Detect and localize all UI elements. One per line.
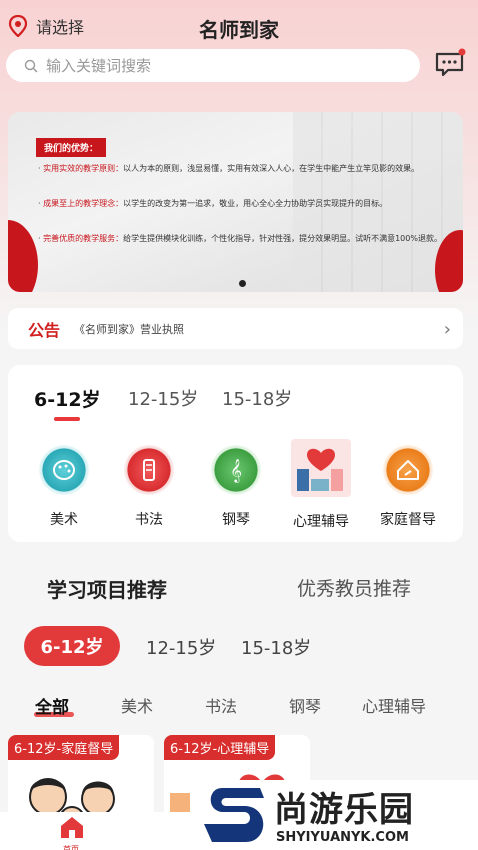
category-home-supervision[interactable]: 家庭督导 — [368, 445, 448, 529]
age-pill-6-12[interactable]: 6-12岁 — [24, 626, 120, 666]
promo-banner[interactable]: 我们的优势： · 实用实效的教学原则：以人为本的原则，浅显易懂，实用有效深入人心… — [8, 112, 463, 292]
sub-tab-counseling[interactable]: 心理辅导 — [362, 693, 426, 717]
notice-bar[interactable]: 公告 《名师到家》营业执照 › — [8, 308, 463, 349]
sub-tab-piano[interactable]: 钢琴 — [289, 693, 321, 717]
age-pill-15-18[interactable]: 15-18岁 — [241, 634, 311, 660]
section-title-projects[interactable]: 学习项目推荐 — [47, 574, 167, 603]
palette-icon — [39, 445, 89, 495]
age-tab-6-12[interactable]: 6-12岁 — [34, 385, 101, 412]
message-button[interactable] — [434, 48, 466, 80]
sub-tab-calligraphy[interactable]: 书法 — [205, 693, 237, 717]
banner-decoration-left — [8, 220, 38, 292]
category-label: 书法 — [135, 512, 163, 528]
carousel-indicator[interactable] — [239, 280, 246, 287]
home-icon — [61, 817, 83, 838]
banner-heading: 我们的优势： — [36, 138, 107, 157]
category-art[interactable]: 美术 — [24, 445, 104, 529]
category-label: 美术 — [50, 512, 78, 528]
watermark-title: 尚游乐园 — [274, 790, 414, 830]
notice-tag: 公告 — [28, 320, 61, 340]
app-header: 请选择 名师到家 — [0, 0, 478, 48]
brush-icon — [124, 445, 174, 495]
banner-line: · 成果至上的教学理念：以学生的改变为第一追求，敬业，用心全心全力协助学员实现提… — [38, 199, 388, 208]
svg-text:𝄞: 𝄞 — [230, 458, 242, 483]
sub-tab-all[interactable]: 全部 — [35, 693, 69, 718]
search-placeholder: 输入关键词搜索 — [46, 57, 152, 75]
search-input[interactable]: 输入关键词搜索 — [6, 49, 420, 82]
category-card: 6-12岁 12-15岁 15-18岁 美术 书法 𝄞 钢琴 心理辅导 家庭督导 — [8, 365, 463, 542]
page-title: 名师到家 — [199, 18, 279, 42]
banner-line: · 完善优质的教学服务：给学生提供模块化训练，个性化指导，针对性强，提分效果明显… — [38, 234, 442, 243]
search-icon — [24, 59, 38, 72]
watermark-url: SHYIYUANYK.COM — [276, 830, 409, 845]
category-piano[interactable]: 𝄞 钢琴 — [196, 445, 276, 529]
chat-bubble-icon — [435, 48, 466, 77]
home-supervision-icon — [383, 445, 433, 495]
counseling-photo-icon — [291, 439, 351, 497]
age-pill-12-15[interactable]: 12-15岁 — [146, 634, 216, 660]
section-title-teachers[interactable]: 优秀教员推荐 — [297, 574, 411, 601]
card-tag: 6-12岁-心理辅导 — [164, 735, 276, 760]
watermark-logo-icon — [204, 788, 264, 842]
notice-text: 《名师到家》营业执照 — [74, 322, 185, 336]
sub-tab-art[interactable]: 美术 — [121, 693, 153, 717]
age-tab-indicator — [54, 417, 80, 421]
category-counseling[interactable]: 心理辅导 — [281, 439, 361, 531]
age-tab-12-15[interactable]: 12-15岁 — [128, 385, 198, 411]
music-note-icon: 𝄞 — [211, 445, 261, 495]
age-tab-15-18[interactable]: 15-18岁 — [222, 385, 292, 411]
category-label: 钢琴 — [222, 512, 250, 528]
watermark: 尚游乐园 SHYIYUANYK.COM — [200, 780, 478, 850]
category-label: 心理辅导 — [293, 514, 349, 530]
category-calligraphy[interactable]: 书法 — [109, 445, 189, 529]
tab-home-label: 首页 — [63, 845, 79, 850]
banner-line: · 实用实效的教学原则：以人为本的原则，浅显易懂，实用有效深入人心，在学生中能产… — [38, 164, 420, 173]
category-label: 家庭督导 — [380, 512, 436, 528]
chevron-right-icon: › — [443, 319, 451, 340]
